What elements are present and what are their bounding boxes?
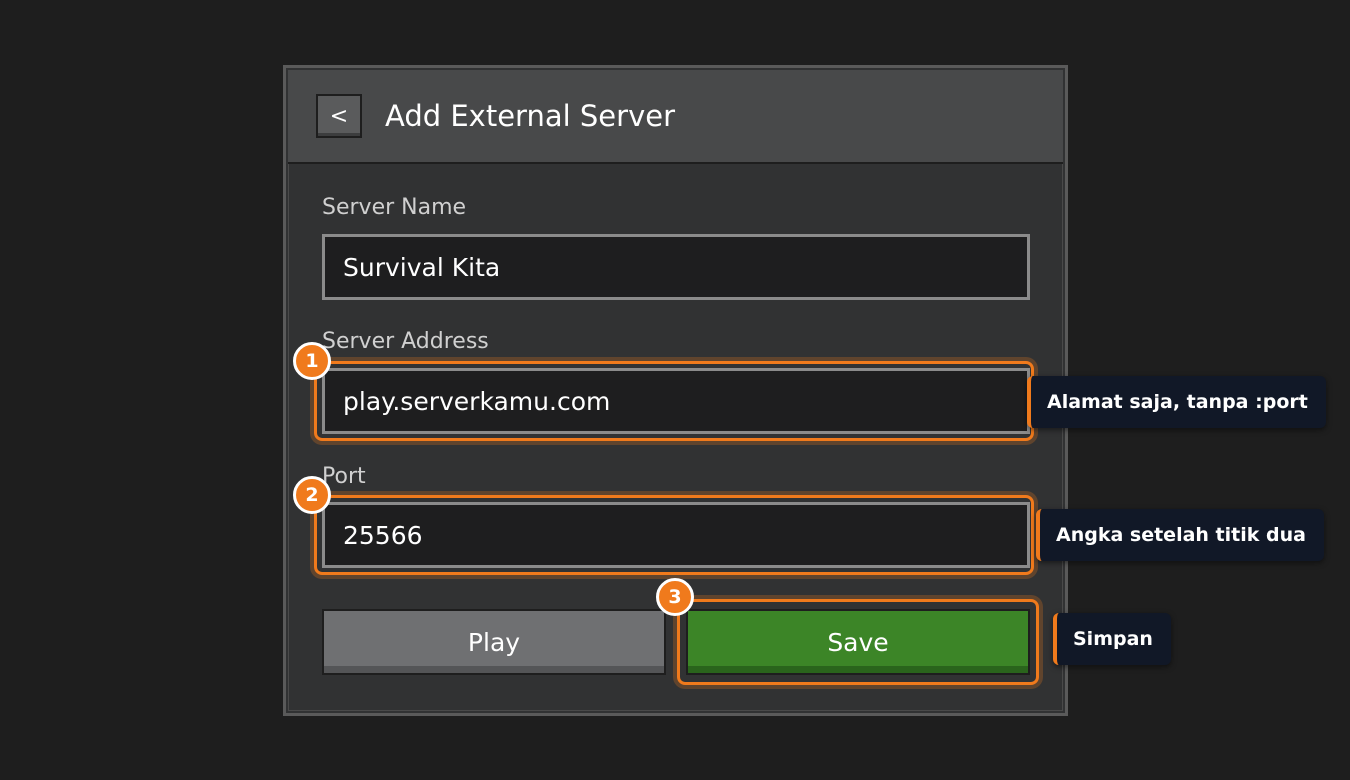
- play-button[interactable]: Play: [322, 609, 666, 675]
- callout-server-address: Alamat saja, tanpa :port: [1027, 376, 1326, 428]
- server-address-label: Server Address: [322, 329, 489, 354]
- add-server-dialog: < Add External Server Server Name Server…: [283, 65, 1068, 716]
- chevron-left-icon: <: [329, 103, 349, 129]
- play-button-label: Play: [467, 627, 521, 657]
- back-button[interactable]: <: [316, 94, 362, 138]
- save-button[interactable]: Save: [686, 609, 1030, 675]
- port-input[interactable]: [322, 502, 1030, 568]
- server-name-label: Server Name: [322, 195, 467, 220]
- server-name-input[interactable]: [322, 234, 1030, 300]
- step-badge-1: 1: [293, 342, 331, 380]
- step-badge-2: 2: [293, 476, 331, 514]
- save-button-label: Save: [827, 627, 889, 657]
- callout-port: Angka setelah titik dua: [1036, 509, 1324, 561]
- step-badge-3: 3: [656, 578, 694, 616]
- server-address-input[interactable]: [322, 368, 1030, 434]
- page-title: Add External Server: [385, 99, 675, 133]
- callout-save: Simpan: [1053, 613, 1171, 665]
- dialog-header: < Add External Server: [288, 70, 1063, 164]
